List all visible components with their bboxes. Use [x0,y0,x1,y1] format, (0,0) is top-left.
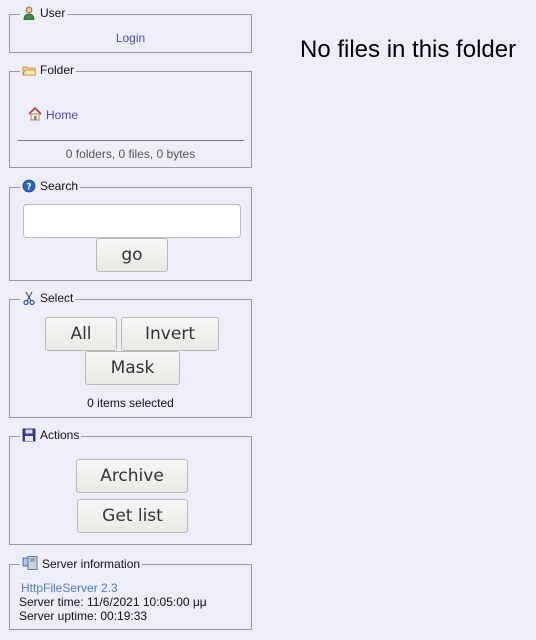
scissors-icon [22,291,36,306]
folder-panel: Folder Home 0 folders, 0 files, 0 bytes [9,63,252,168]
home-link[interactable]: Home [27,106,78,122]
server-title: Server information [42,557,141,571]
user-icon [22,6,36,21]
selected-count: 0 items selected [87,396,174,410]
search-title: Search [40,179,79,193]
help-icon: ? [22,179,36,193]
server-time: Server time: 11/6/2021 10:05:00 μμ [19,595,207,609]
actions-panel: Actions Archive Get list [9,428,252,545]
home-icon [27,106,43,122]
invert-button[interactable]: Invert [121,317,219,351]
archive-button[interactable]: Archive [76,459,188,493]
select-legend: Select [20,291,76,306]
actions-title: Actions [40,428,80,442]
home-label: Home [46,108,79,122]
folder-legend: Folder [20,63,77,77]
svg-text:?: ? [26,183,31,193]
search-input[interactable] [23,204,241,238]
user-legend: User [20,6,68,21]
login-link[interactable]: Login [10,31,251,45]
folder-icon [22,63,37,77]
search-legend: ? Search [20,179,81,193]
hfs-link[interactable]: HttpFileServer 2.3 [21,581,118,595]
select-all-button[interactable]: All [45,317,117,351]
folder-title: Folder [40,63,75,77]
server-info-panel: Server information HttpFileServer 2.3 Se… [9,556,252,630]
save-icon [22,428,36,442]
get-list-button[interactable]: Get list [77,499,188,533]
server-uptime: Server uptime: 00:19:33 [19,609,148,623]
select-title: Select [40,291,74,305]
server-legend: Server information [20,556,143,571]
search-panel: ? Search go [9,179,252,281]
user-panel: User Login [9,6,252,53]
mask-button[interactable]: Mask [85,351,180,385]
go-button[interactable]: go [96,238,168,272]
server-icon [22,556,38,571]
select-panel: Select All Invert Mask 0 items selected [9,291,252,418]
folder-divider [18,140,244,141]
empty-folder-message: No files in this folder [300,36,517,63]
user-title: User [40,6,66,20]
folder-summary: 0 folders, 0 files, 0 bytes [65,147,196,161]
actions-legend: Actions [20,428,82,442]
